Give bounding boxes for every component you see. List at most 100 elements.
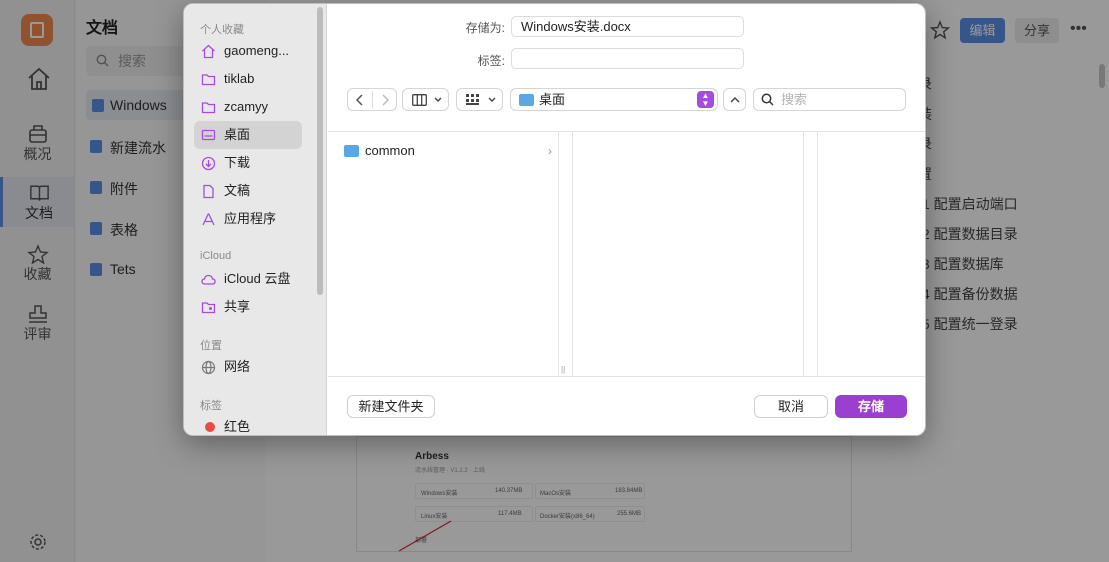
save-as-label: 存储为: [465, 21, 505, 35]
new-folder-button[interactable]: 新建文件夹 [347, 395, 435, 418]
chevron-up-icon [730, 96, 740, 103]
table-of-contents: 录 装 录 置 .1 配置启动端口 .2 配置数据目录 .3 配置数据库 .4 … [918, 72, 1093, 342]
home-icon [202, 44, 215, 59]
group-button[interactable] [456, 88, 503, 111]
rail-item-overview[interactable]: 概况 [0, 118, 75, 168]
sidebar-item-zcamyy[interactable]: zcamyy [194, 93, 302, 121]
sidebar-scrollbar[interactable] [317, 7, 323, 295]
toc-item[interactable]: 录 [918, 132, 1093, 162]
cancel-button[interactable]: 取消 [754, 395, 828, 418]
document-icon [203, 184, 214, 199]
save-button[interactable]: 存储 [835, 395, 907, 418]
share-button[interactable]: 分享 [1015, 18, 1059, 43]
document-icon [90, 140, 102, 153]
chevron-left-icon[interactable] [354, 93, 366, 107]
sidebar-item-documents[interactable]: 文稿 [194, 177, 302, 205]
apps-icon [202, 213, 215, 226]
toc-item[interactable]: 录 [918, 72, 1093, 102]
sidebar-item-icloud-drive[interactable]: iCloud 云盘 [194, 265, 302, 293]
column-divider[interactable] [817, 132, 818, 377]
document-icon [90, 181, 102, 194]
rail-item-docs[interactable]: 文档 [0, 177, 75, 227]
rail-item-label: 收藏 [23, 266, 52, 282]
more-icon[interactable]: ••• [1070, 20, 1087, 38]
document-icon [90, 222, 102, 235]
chevron-down-icon [488, 97, 496, 102]
toc-item[interactable]: 装 [918, 102, 1093, 132]
embed-row-size: 117.4MB [498, 511, 522, 517]
column-divider[interactable] [803, 132, 804, 377]
file-browser: common › || [328, 131, 925, 377]
dialog-search-input[interactable]: 搜索 [753, 88, 906, 111]
edit-button[interactable]: 编辑 [960, 18, 1005, 43]
doc-list-item[interactable]: Tets [90, 261, 136, 277]
embed-row-name: MacOs安装 [540, 491, 572, 497]
document-icon [92, 99, 104, 112]
chevron-right-icon: › [548, 144, 552, 158]
app-logo [21, 14, 53, 46]
rail-item-favorites[interactable]: 收藏 [0, 238, 75, 288]
save-dialog: 个人收藏 gaomeng... tiklab zcamyy 桌面 下载 文稿 应… [183, 3, 926, 436]
toc-item[interactable]: .1 配置启动端口 [918, 192, 1093, 222]
panel-title: 文档 [86, 20, 119, 37]
column-divider[interactable] [558, 132, 559, 377]
toc-item[interactable]: .4 配置备份数据 [918, 282, 1093, 312]
download-icon [201, 156, 216, 171]
doc-list-item[interactable]: 附件 [90, 179, 138, 199]
doc-list-item[interactable]: 表格 [90, 220, 138, 240]
folder-icon [201, 74, 216, 86]
globe-icon [201, 360, 216, 375]
view-mode-button[interactable] [402, 88, 449, 111]
rail-item-label: 文档 [25, 205, 53, 221]
filename-input[interactable]: Windows安装.docx [511, 16, 744, 37]
sidebar-item-downloads[interactable]: 下载 [194, 149, 302, 177]
sidebar-item-tag-red[interactable]: 红色 [194, 413, 302, 435]
dialog-sidebar: 个人收藏 gaomeng... tiklab zcamyy 桌面 下载 文稿 应… [184, 4, 327, 435]
tags-input[interactable] [511, 48, 744, 69]
location-select[interactable]: 桌面 ▲ ▼ [510, 88, 718, 111]
folder-icon [344, 145, 359, 157]
folder-icon [201, 102, 216, 114]
column-resize-grip[interactable]: || [561, 365, 565, 374]
chevron-down-icon [434, 97, 442, 102]
cloud-icon [201, 274, 216, 285]
file-row-folder[interactable]: common › [342, 140, 552, 162]
toc-item[interactable]: .5 配置统一登录 [918, 312, 1093, 342]
expand-collapse-button[interactable] [723, 88, 746, 111]
sidebar-item-tiklab[interactable]: tiklab [194, 65, 302, 93]
doc-list-item[interactable]: 新建流水 [90, 138, 166, 158]
star-icon[interactable] [930, 20, 950, 40]
sidebar-item-home[interactable]: gaomeng... [194, 37, 302, 65]
gear-icon[interactable] [28, 532, 48, 552]
shared-folder-icon [201, 302, 216, 314]
arrow-annotation [398, 520, 452, 552]
column-divider[interactable] [572, 132, 573, 377]
toc-item[interactable]: .3 配置数据库 [918, 252, 1093, 282]
rail-item-review[interactable]: 评审 [0, 298, 75, 348]
embed-row-name: Windows安装 [421, 491, 458, 497]
embed-subtitle: 流水线管理 · V1.2.2 · 上线 [415, 468, 486, 474]
briefcase-icon [29, 125, 47, 143]
folder-icon [519, 94, 534, 106]
toc-item[interactable]: 置 [918, 162, 1093, 192]
scrollbar[interactable] [1099, 64, 1105, 88]
embed-title: Arbess [415, 451, 449, 462]
red-tag-icon [205, 422, 215, 432]
sidebar-item-desktop[interactable]: 桌面 [194, 121, 302, 149]
sidebar-item-network[interactable]: 网络 [194, 353, 302, 381]
star-icon [27, 244, 49, 264]
columns-view-icon [412, 94, 427, 106]
search-placeholder: 搜索 [118, 53, 146, 69]
grid-icon [466, 94, 479, 105]
sidebar-item-applications[interactable]: 应用程序 [194, 205, 302, 233]
embed-row-name: Docker安装(x86_64) [540, 514, 595, 520]
document-icon [90, 263, 102, 276]
toc-item[interactable]: .2 配置数据目录 [918, 222, 1093, 252]
sidebar-section-header: 个人收藏 [200, 24, 244, 36]
embed-row-size: 255.6MB [617, 511, 642, 517]
sidebar-item-shared[interactable]: 共享 [194, 293, 302, 321]
home-icon[interactable] [26, 66, 52, 92]
sidebar-section-header: iCloud [200, 250, 232, 262]
dialog-content: 存储为: Windows安装.docx 标签: 桌面 ▲ ▼ 搜索 common… [328, 4, 925, 435]
chevron-right-icon[interactable] [379, 93, 391, 107]
